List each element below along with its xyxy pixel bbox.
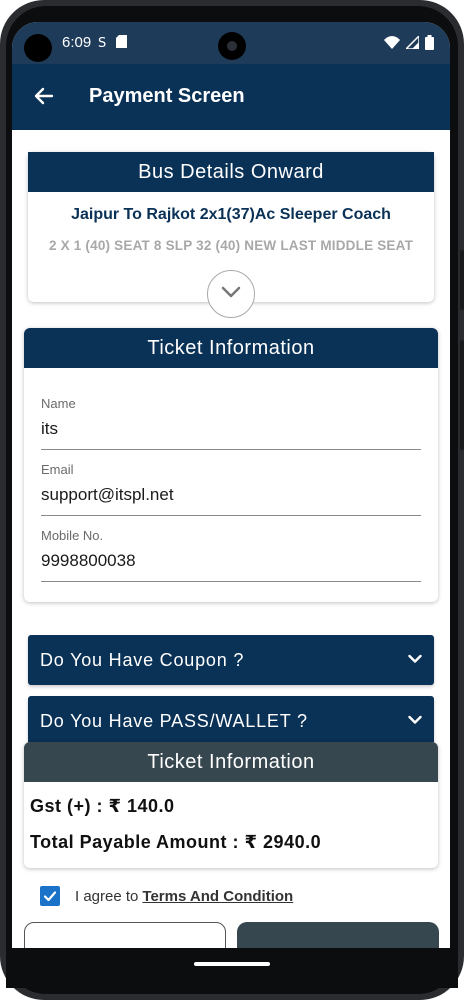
email-value[interactable]: support@itspl.net [41, 485, 421, 515]
email-field[interactable]: Email support@itspl.net [41, 462, 421, 516]
sync-status-icon: S [98, 35, 110, 52]
terms-agreement-row: I agree to Terms And Condition [40, 886, 293, 906]
bus-details-header: Bus Details Onward [28, 152, 434, 192]
terms-link[interactable]: Terms And Condition [142, 888, 293, 905]
summary-header: Ticket Information [24, 742, 438, 782]
check-icon [43, 891, 57, 902]
email-label: Email [41, 462, 74, 477]
wallet-accordion[interactable]: Do You Have PASS/WALLET ? [28, 696, 434, 746]
navigation-bar [6, 948, 458, 988]
payment-summary-card: Ticket Information Gst (+) : ₹ 140.0 Tot… [24, 742, 438, 868]
bus-route: Jaipur To Rajkot 2x1(37)Ac Sleeper Coach [71, 206, 391, 223]
front-camera-cutout [24, 34, 52, 62]
mobile-value[interactable]: 9998800038 [41, 551, 421, 581]
wallet-label: Do You Have PASS/WALLET ? [40, 710, 308, 731]
name-field[interactable]: Name its [41, 396, 421, 450]
name-value[interactable]: its [41, 419, 421, 449]
expand-bus-details-button[interactable] [207, 270, 255, 318]
chevron-down-icon [221, 285, 241, 303]
status-bar: 6:09 S [12, 22, 450, 64]
scroll-content[interactable]: Bus Details Onward Jaipur To Rajkot 2x1(… [12, 130, 450, 970]
camera-lens [218, 32, 246, 60]
battery-icon [425, 35, 434, 55]
sd-card-icon [116, 35, 127, 52]
status-time: 6:09 [62, 34, 92, 51]
home-gesture-handle[interactable] [194, 962, 270, 966]
app-bar: Payment Screen [12, 64, 450, 130]
bus-details-card: Bus Details Onward Jaipur To Rajkot 2x1(… [28, 152, 434, 318]
gst-amount: Gst (+) : ₹ 140.0 [30, 796, 175, 816]
arrow-back-icon[interactable] [32, 84, 56, 108]
coupon-label: Do You Have Coupon ? [40, 649, 245, 670]
total-payable-amount: Total Payable Amount : ₹ 2940.0 [30, 832, 322, 852]
wifi-icon [384, 36, 400, 54]
coupon-accordion[interactable]: Do You Have Coupon ? [28, 635, 434, 685]
ticket-information-header: Ticket Information [24, 328, 438, 368]
ticket-information-card: Ticket Information Name its Email suppor… [24, 328, 438, 602]
bus-seat-type: 2 X 1 (40) SEAT 8 SLP 32 (40) NEW LAST M… [48, 238, 414, 253]
mobile-label: Mobile No. [41, 528, 104, 543]
agree-checkbox[interactable] [40, 886, 60, 906]
volume-button [460, 340, 464, 450]
svg-text:S: S [98, 36, 106, 49]
phone-screen: 6:09 S Payment Screen Bus Details Onward… [12, 22, 450, 970]
agree-text: I agree to [75, 887, 139, 905]
chevron-down-icon [408, 651, 422, 669]
page-title: Payment Screen [89, 85, 245, 107]
mobile-field[interactable]: Mobile No. 9998800038 [41, 528, 421, 582]
chevron-down-icon [408, 712, 422, 730]
signal-icon [404, 34, 420, 54]
power-button [460, 250, 464, 310]
name-label: Name [41, 396, 76, 411]
